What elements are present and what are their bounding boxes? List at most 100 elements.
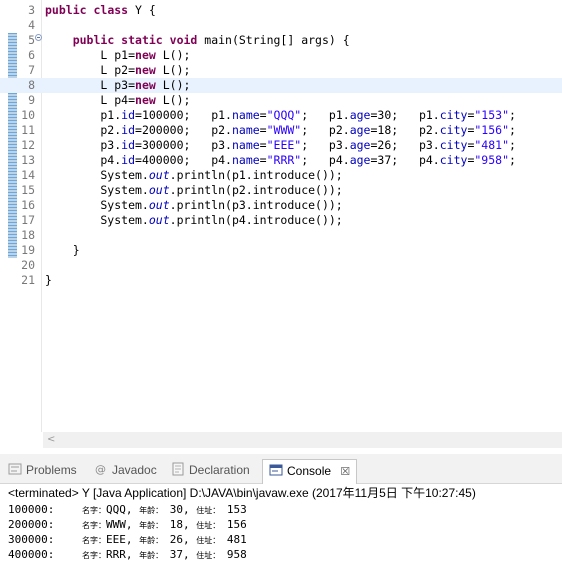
output-addr-label: 住址： — [196, 551, 221, 560]
problems-icon — [8, 461, 22, 475]
code-line[interactable]: 20 — [0, 258, 562, 273]
code-token: =100000; p1. — [135, 108, 232, 122]
code-token: =37; p4. — [370, 153, 440, 167]
output-age-label: 年龄： — [139, 521, 164, 530]
output-name: EEE — [106, 533, 126, 546]
line-number: 10 — [21, 108, 35, 122]
horizontal-scrollbar[interactable]: < — [43, 432, 562, 448]
code-text: System.out.println(p2.introduce()); — [45, 183, 343, 198]
code-token: city — [439, 123, 468, 137]
code-token: System. — [45, 168, 149, 182]
scroll-left-arrow-icon[interactable]: < — [47, 432, 55, 448]
code-token: p3. — [45, 138, 122, 152]
output-id: 400000: — [8, 548, 55, 561]
code-token: "481" — [474, 138, 509, 152]
output-separator — [163, 503, 170, 516]
code-line[interactable]: 3 public class Y { — [0, 3, 562, 18]
tab-console-label: Console — [287, 464, 332, 478]
code-token: System. — [45, 213, 149, 227]
code-token: .println(p1.introduce()); — [169, 168, 343, 182]
code-line[interactable]: 12 p3.id=300000; p3.name="EEE"; p3.age=2… — [0, 138, 562, 153]
line-number: 12 — [21, 138, 35, 152]
code-token: } — [45, 273, 52, 287]
code-token: "RRR" — [266, 153, 302, 167]
code-line[interactable]: 7 L p2=new L(); — [0, 63, 562, 78]
code-token: = — [259, 138, 267, 152]
fold-collapse-icon[interactable] — [35, 34, 42, 41]
code-token: out — [148, 198, 170, 212]
line-number: 21 — [21, 273, 35, 287]
code-token: ; p1. — [301, 108, 350, 122]
code-line[interactable]: 13 p4.id=400000; p4.name="RRR"; p4.age=3… — [0, 153, 562, 168]
code-text: p2.id=200000; p2.name="WWW"; p2.age=18; … — [45, 123, 516, 138]
output-separator — [220, 548, 227, 561]
code-line[interactable]: 5 public static void main(String[] args)… — [0, 33, 562, 48]
console-output-line: 200000: 名字：WWW, 年龄： 18, 住址： 156 — [8, 518, 247, 532]
code-token: L p1= — [45, 48, 136, 62]
console-output-line: 400000: 名字：RRR, 年龄： 37, 住址： 958 — [8, 548, 247, 562]
console-output-line: 100000: 名字：QQQ, 年龄： 30, 住址： 153 — [8, 503, 247, 517]
code-line[interactable]: 16 System.out.println(p3.introduce()); — [0, 198, 562, 213]
code-line[interactable]: 21} — [0, 273, 562, 288]
code-token: new — [135, 78, 163, 92]
code-token: p2. — [45, 123, 122, 137]
tab-declaration[interactable]: Declaration — [171, 459, 250, 484]
tab-javadoc[interactable]: @ Javadoc — [94, 459, 157, 484]
code-token: Y { — [135, 3, 156, 17]
code-text: System.out.println(p1.introduce()); — [45, 168, 343, 183]
output-id: 200000: — [8, 518, 55, 531]
code-token: age — [349, 108, 371, 122]
code-text: L p1=new L(); — [45, 48, 190, 63]
line-number: 11 — [21, 123, 35, 137]
code-editor[interactable]: 3 public class Y {4 5 public static void m… — [0, 0, 562, 432]
code-text: p3.id=300000; p3.name="EEE"; p3.age=26; … — [45, 138, 516, 153]
output-age-label: 年龄： — [139, 536, 164, 545]
code-line[interactable]: 4 — [0, 18, 562, 33]
output-separator: , — [125, 533, 140, 546]
output-separator — [163, 518, 170, 531]
code-line[interactable]: 11 p2.id=200000; p2.name="WWW"; p2.age=1… — [0, 123, 562, 138]
line-number: 19 — [21, 243, 35, 257]
code-line[interactable]: 9 L p4=new L(); — [0, 93, 562, 108]
tab-console[interactable]: Console ☒ — [262, 459, 358, 484]
tab-problems[interactable]: Problems — [8, 459, 77, 484]
code-line[interactable]: 6 L p1=new L(); — [0, 48, 562, 63]
code-token: L p4= — [45, 93, 136, 107]
code-line[interactable]: 19 } — [0, 243, 562, 258]
code-line[interactable]: 15 System.out.println(p2.introduce()); — [0, 183, 562, 198]
code-token: name — [231, 153, 260, 167]
code-token: new — [135, 93, 163, 107]
code-token: id — [121, 138, 136, 152]
code-text: L p3=new L(); — [45, 78, 190, 93]
code-line[interactable]: 14 System.out.println(p1.introduce()); — [0, 168, 562, 183]
line-number: 7 — [28, 63, 35, 77]
code-token: L(); — [162, 63, 191, 77]
code-token: out — [148, 168, 170, 182]
code-line[interactable]: 17 System.out.println(p4.introduce()); — [0, 213, 562, 228]
code-token: =30; p1. — [370, 108, 440, 122]
output-name-label: 名字： — [82, 551, 106, 560]
output-name: QQQ — [106, 503, 126, 516]
code-token: L(); — [162, 78, 191, 92]
code-text: p4.id=400000; p4.name="RRR"; p4.age=37; … — [45, 153, 516, 168]
code-token: id — [121, 108, 136, 122]
output-name-label: 名字： — [82, 536, 106, 545]
output-separator: , — [183, 518, 197, 531]
code-token: L p3= — [45, 78, 136, 92]
tab-javadoc-label: Javadoc — [112, 463, 157, 477]
code-line[interactable]: 8 L p3=new L(); — [0, 78, 562, 93]
code-token: .println(p4.introduce()); — [169, 213, 343, 227]
code-token: ; — [509, 138, 516, 152]
code-token: ; — [509, 123, 516, 137]
output-separator: , — [125, 518, 140, 531]
code-token: L p2= — [45, 63, 136, 77]
code-token: ; p3. — [301, 138, 350, 152]
code-text: L p2=new L(); — [45, 63, 190, 78]
code-token: ; p2. — [301, 123, 350, 137]
code-token: "153" — [474, 108, 509, 122]
code-line[interactable]: 10 p1.id=100000; p1.name="QQQ"; p1.age=3… — [0, 108, 562, 123]
code-token: .println(p2.introduce()); — [169, 183, 343, 197]
close-icon[interactable]: ☒ — [340, 466, 350, 478]
code-line[interactable]: 18 — [0, 228, 562, 243]
